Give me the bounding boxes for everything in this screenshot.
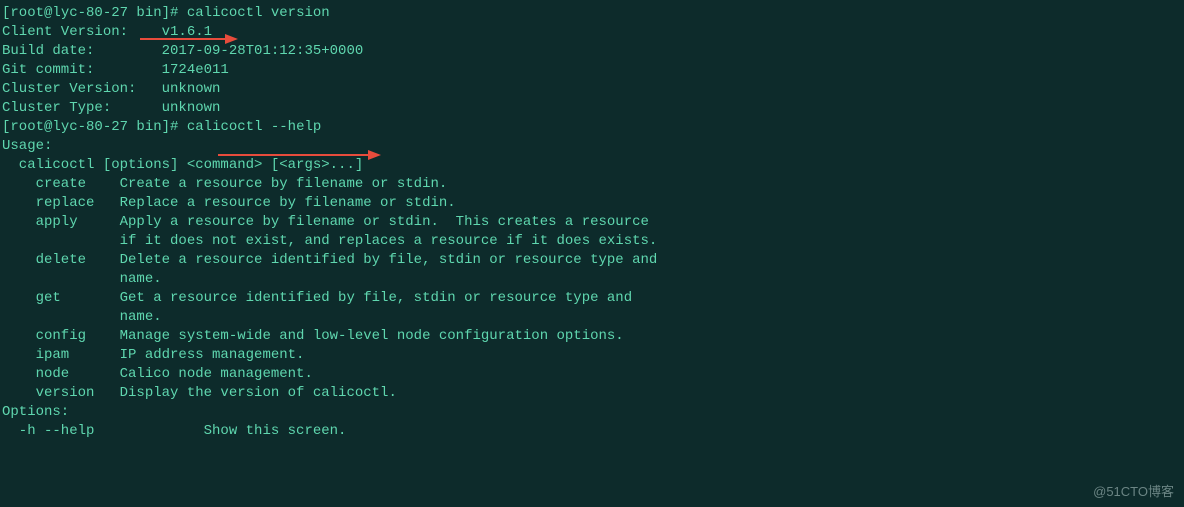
prompt-line-1: [root@lyc-80-27 bin]# calicoctl version [2, 4, 1182, 23]
annotation-arrow-1 [140, 32, 240, 46]
cmd-delete: delete Delete a resource identified by f… [2, 251, 1182, 270]
cmd-version-desc: version Display the version of calicoctl… [2, 384, 1182, 403]
options-header: Options: [2, 403, 1182, 422]
annotation-arrow-2 [218, 148, 383, 162]
prompt-bracket-close-2: ]# [162, 119, 187, 135]
cmd-ipam: ipam IP address management. [2, 346, 1182, 365]
usage-syntax: calicoctl [options] <command> [<args>...… [2, 156, 1182, 175]
output-cluster-type: Cluster Type: unknown [2, 99, 1182, 118]
cmd-get-cont: name. [2, 308, 1182, 327]
output-git-commit: Git commit: 1724e011 [2, 61, 1182, 80]
cmd-config: config Manage system-wide and low-level … [2, 327, 1182, 346]
prompt-user-host: root@lyc-80-27 bin [10, 5, 161, 21]
prompt-line-2: [root@lyc-80-27 bin]# calicoctl --help [2, 118, 1182, 137]
cmd-delete-cont: name. [2, 270, 1182, 289]
cmd-apply-cont: if it does not exist, and replaces a res… [2, 232, 1182, 251]
cmd-apply: apply Apply a resource by filename or st… [2, 213, 1182, 232]
command-help: calicoctl --help [187, 119, 321, 135]
cmd-get: get Get a resource identified by file, s… [2, 289, 1182, 308]
output-cluster-version: Cluster Version: unknown [2, 80, 1182, 99]
watermark: @51CTO博客 [1093, 482, 1174, 501]
prompt-bracket-close: ]# [162, 5, 187, 21]
cmd-create: create Create a resource by filename or … [2, 175, 1182, 194]
cmd-replace: replace Replace a resource by filename o… [2, 194, 1182, 213]
cmd-node: node Calico node management. [2, 365, 1182, 384]
option-help: -h --help Show this screen. [2, 422, 1182, 441]
prompt-user-host-2: root@lyc-80-27 bin [10, 119, 161, 135]
usage-header: Usage: [2, 137, 1182, 156]
command-version: calicoctl version [187, 5, 330, 21]
